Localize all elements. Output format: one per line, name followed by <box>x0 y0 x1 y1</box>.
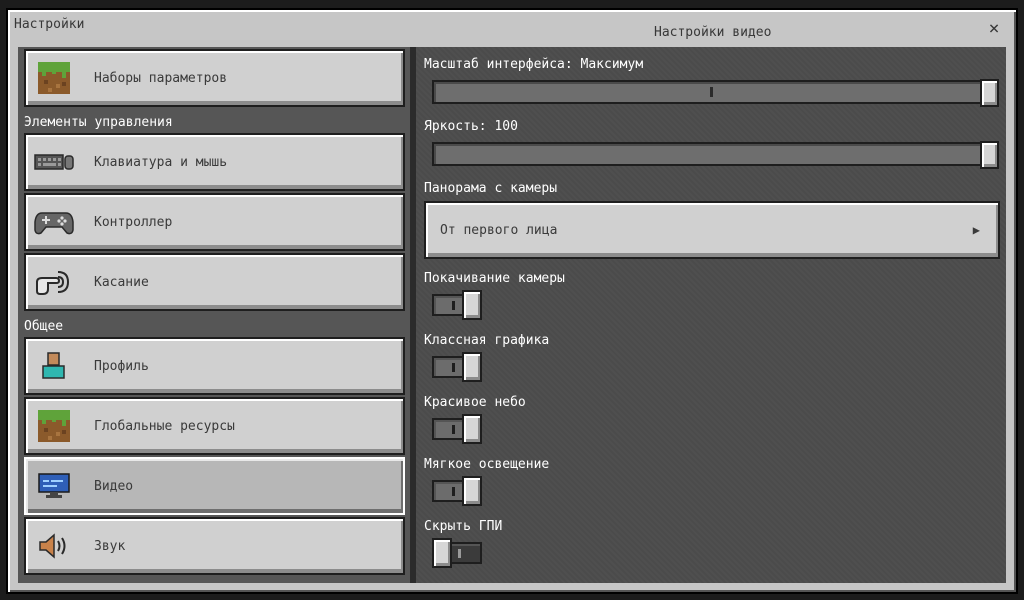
close-button[interactable]: × <box>982 18 1006 40</box>
section-heading-general: Общее <box>24 319 64 334</box>
smooth-lighting-toggle[interactable] <box>432 476 484 506</box>
speaker-icon <box>34 529 74 563</box>
sidebar-item-video[interactable]: Видео <box>24 457 405 515</box>
slider-handle[interactable] <box>980 141 999 169</box>
window-title: Настройки <box>14 17 85 32</box>
camera-perspective-dropdown[interactable]: От первого лица ▶ <box>424 201 1000 259</box>
brightness-label: Яркость: 100 <box>424 119 518 134</box>
hide-hud-label: Скрыть ГПИ <box>424 519 503 534</box>
sidebar-item-controller[interactable]: Контроллер <box>24 193 405 251</box>
ui-scale-label: Масштаб интерфейса: Максимум <box>424 57 644 72</box>
slider-midpoint-mark <box>710 87 713 97</box>
brightness-slider[interactable] <box>432 141 999 169</box>
chevron-right-icon: ▶ <box>972 223 980 237</box>
view-bobbing-toggle[interactable] <box>432 290 484 320</box>
beautiful-skies-toggle[interactable] <box>432 414 484 444</box>
gamepad-icon <box>34 205 74 239</box>
ui-scale-slider[interactable] <box>432 79 999 107</box>
keyboard-mouse-icon <box>34 145 74 179</box>
sidebar-item-label: Видео <box>94 478 134 494</box>
view-bobbing-label: Покачивание камеры <box>424 271 565 286</box>
sidebar-item-label: Глобальные ресурсы <box>94 418 235 434</box>
sidebar-item-presets[interactable]: Наборы параметров <box>24 49 405 107</box>
smooth-lighting-label: Мягкое освещение <box>424 457 550 472</box>
grass-block-icon <box>34 61 74 95</box>
sidebar-item-touch[interactable]: Касание <box>24 253 405 311</box>
dropdown-value: От первого лица <box>440 222 558 238</box>
slider-handle[interactable] <box>980 79 999 107</box>
beautiful-skies-label: Красивое небо <box>424 395 526 410</box>
fancy-graphics-toggle[interactable] <box>432 352 484 382</box>
video-settings-panel: Масштаб интерфейса: Максимум Яркость: 10… <box>416 47 1006 583</box>
hide-hud-toggle[interactable] <box>432 538 484 568</box>
fancy-graphics-label: Классная графика <box>424 333 550 348</box>
sidebar-item-label: Профиль <box>94 358 149 374</box>
sidebar-item-label: Контроллер <box>94 214 173 230</box>
sidebar-item-profile[interactable]: Профиль <box>24 337 405 395</box>
sidebar-item-global-resources[interactable]: Глобальные ресурсы <box>24 397 405 455</box>
monitor-icon <box>34 469 74 503</box>
sidebar-item-label: Наборы параметров <box>94 70 228 86</box>
grass-block-icon <box>34 409 74 443</box>
sidebar-item-label: Клавиатура и мышь <box>94 154 228 170</box>
sidebar: Наборы параметров Элементы управления Кл… <box>18 47 410 583</box>
camera-perspective-label: Панорама с камеры <box>424 181 558 196</box>
page-title: Настройки видео <box>654 25 772 40</box>
section-heading-controls: Элементы управления <box>24 115 173 130</box>
sidebar-item-label: Звук <box>94 538 126 554</box>
touch-icon <box>34 265 74 299</box>
sidebar-item-label: Касание <box>94 274 149 290</box>
sidebar-item-sound[interactable]: Звук <box>24 517 405 575</box>
sidebar-item-keyboard-mouse[interactable]: Клавиатура и мышь <box>24 133 405 191</box>
profile-icon <box>34 349 74 383</box>
